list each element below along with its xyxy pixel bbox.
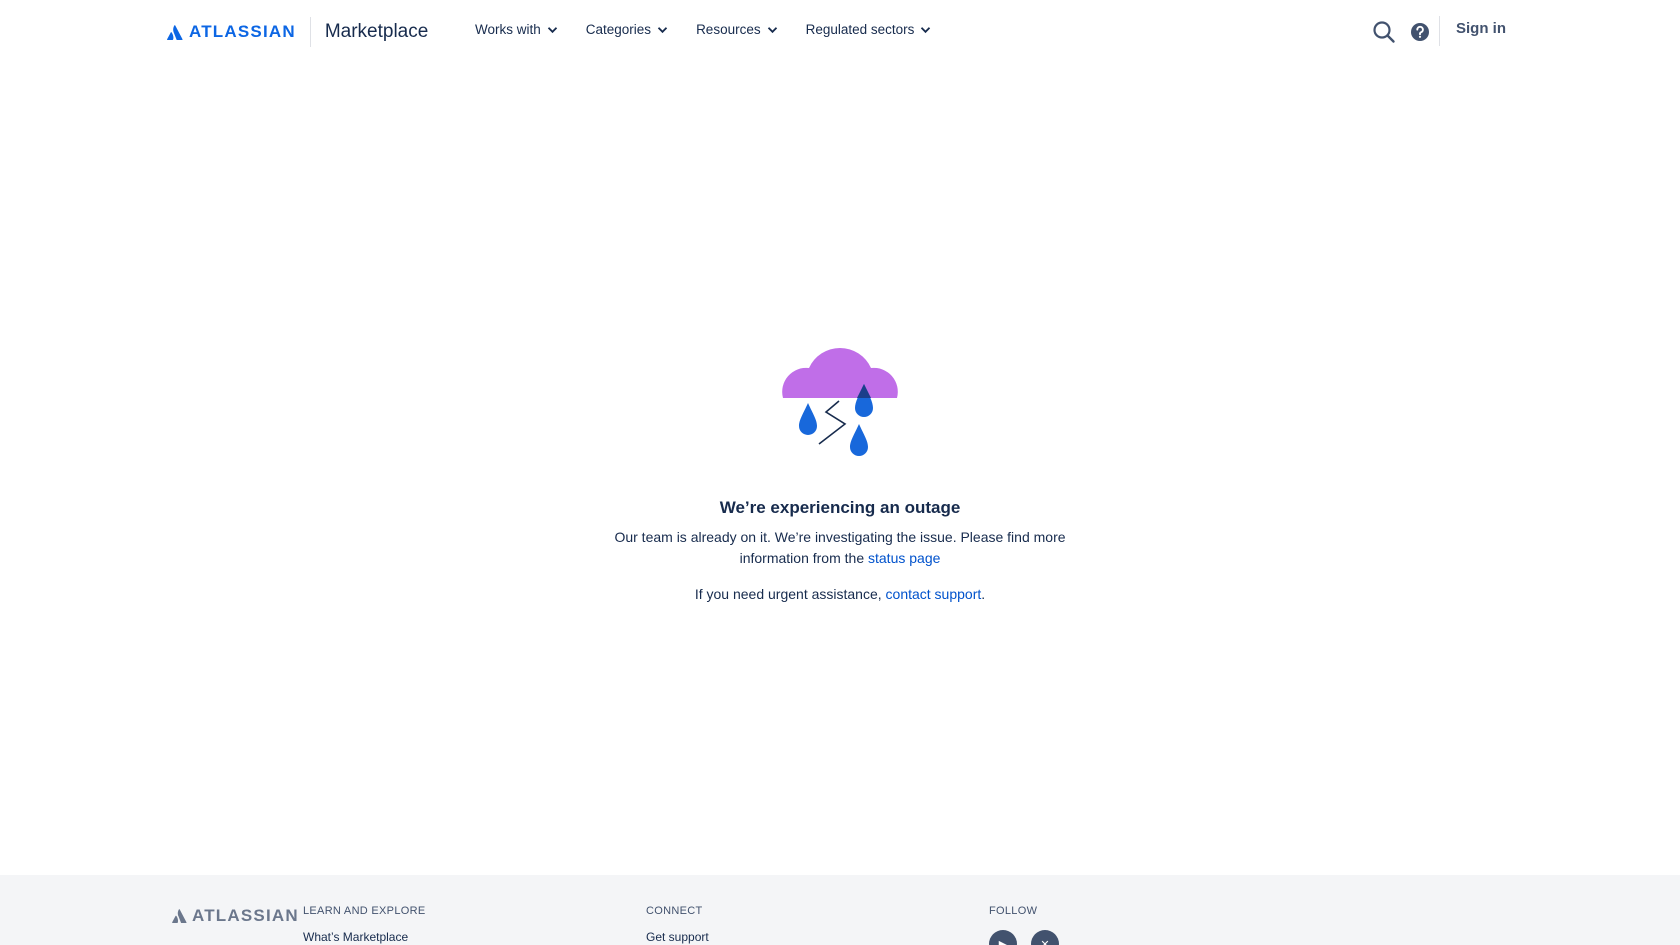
footer-link-whats-marketplace[interactable]: What’s Marketplace — [303, 930, 425, 944]
youtube-icon[interactable]: ▶ — [989, 930, 1017, 945]
atlassian-mark-icon — [172, 909, 187, 923]
brand-divider — [309, 17, 311, 47]
chevron-down-icon — [767, 26, 778, 34]
footer-link-get-support[interactable]: Get support — [646, 930, 709, 944]
urgent-assistance-text: If you need urgent assistance, contact s… — [0, 586, 1680, 602]
chevron-down-icon — [547, 26, 558, 34]
main-nav: Works with Categories Resources Regulate… — [475, 22, 959, 37]
nav-label: Categories — [585, 22, 652, 37]
urgent-text: If you need urgent assistance, — [694, 586, 882, 602]
atlassian-mark-icon — [167, 24, 183, 40]
social-links: ▶ ✕ — [989, 930, 1059, 945]
nav-regulated-sectors[interactable]: Regulated sectors — [806, 22, 932, 37]
nav-label: Regulated sectors — [805, 22, 915, 37]
search-icon[interactable] — [1372, 20, 1396, 44]
help-icon[interactable] — [1410, 22, 1430, 42]
footer-wordmark: ATLASSIAN — [192, 906, 299, 925]
footer-column-heading: FOLLOW — [989, 905, 1038, 917]
outage-description: Our team is already on it. We’re investi… — [610, 527, 1070, 569]
footer: ATLASSIAN LEARN AND EXPLORE What’s Marke… — [0, 875, 1680, 945]
atlassian-logo[interactable]: ATLASSIAN — [167, 22, 296, 42]
x-icon[interactable]: ✕ — [1031, 930, 1059, 945]
nav-label: Works with — [475, 22, 541, 37]
brand-wordmark: ATLASSIAN — [189, 22, 296, 41]
chevron-down-icon — [657, 26, 668, 34]
footer-column-heading: CONNECT — [646, 905, 703, 917]
sign-in-button[interactable]: Sign in — [1456, 20, 1506, 37]
footer-column-heading: LEARN AND EXPLORE — [303, 905, 426, 917]
footer-atlassian-logo[interactable]: ATLASSIAN — [172, 906, 299, 926]
top-navigation-bar: ATLASSIAN Marketplace Works with Categor… — [0, 0, 1680, 64]
header-divider — [1439, 16, 1440, 46]
product-name[interactable]: Marketplace — [325, 21, 429, 43]
outage-message: We’re experiencing an outage Our team is… — [0, 340, 1680, 602]
storm-cloud-icon — [782, 347, 898, 456]
nav-resources[interactable]: Resources — [696, 22, 778, 37]
status-page-link[interactable]: status page — [868, 550, 940, 566]
outage-description-text: Our team is already on it. We’re investi… — [614, 529, 1066, 566]
chevron-down-icon — [920, 26, 931, 34]
footer-column-follow: FOLLOW ▶ ✕ — [989, 905, 1059, 945]
nav-label: Resources — [696, 22, 761, 37]
contact-support-link[interactable]: contact support — [886, 586, 982, 602]
nav-categories[interactable]: Categories — [586, 22, 668, 37]
nav-works-with[interactable]: Works with — [475, 22, 558, 37]
brand[interactable]: ATLASSIAN Marketplace — [167, 17, 429, 47]
footer-column-connect: CONNECT Get support — [646, 905, 709, 944]
urgent-text-end: . — [981, 586, 986, 602]
footer-column-learn: LEARN AND EXPLORE What’s Marketplace — [303, 905, 425, 944]
outage-title: We’re experiencing an outage — [719, 498, 961, 517]
